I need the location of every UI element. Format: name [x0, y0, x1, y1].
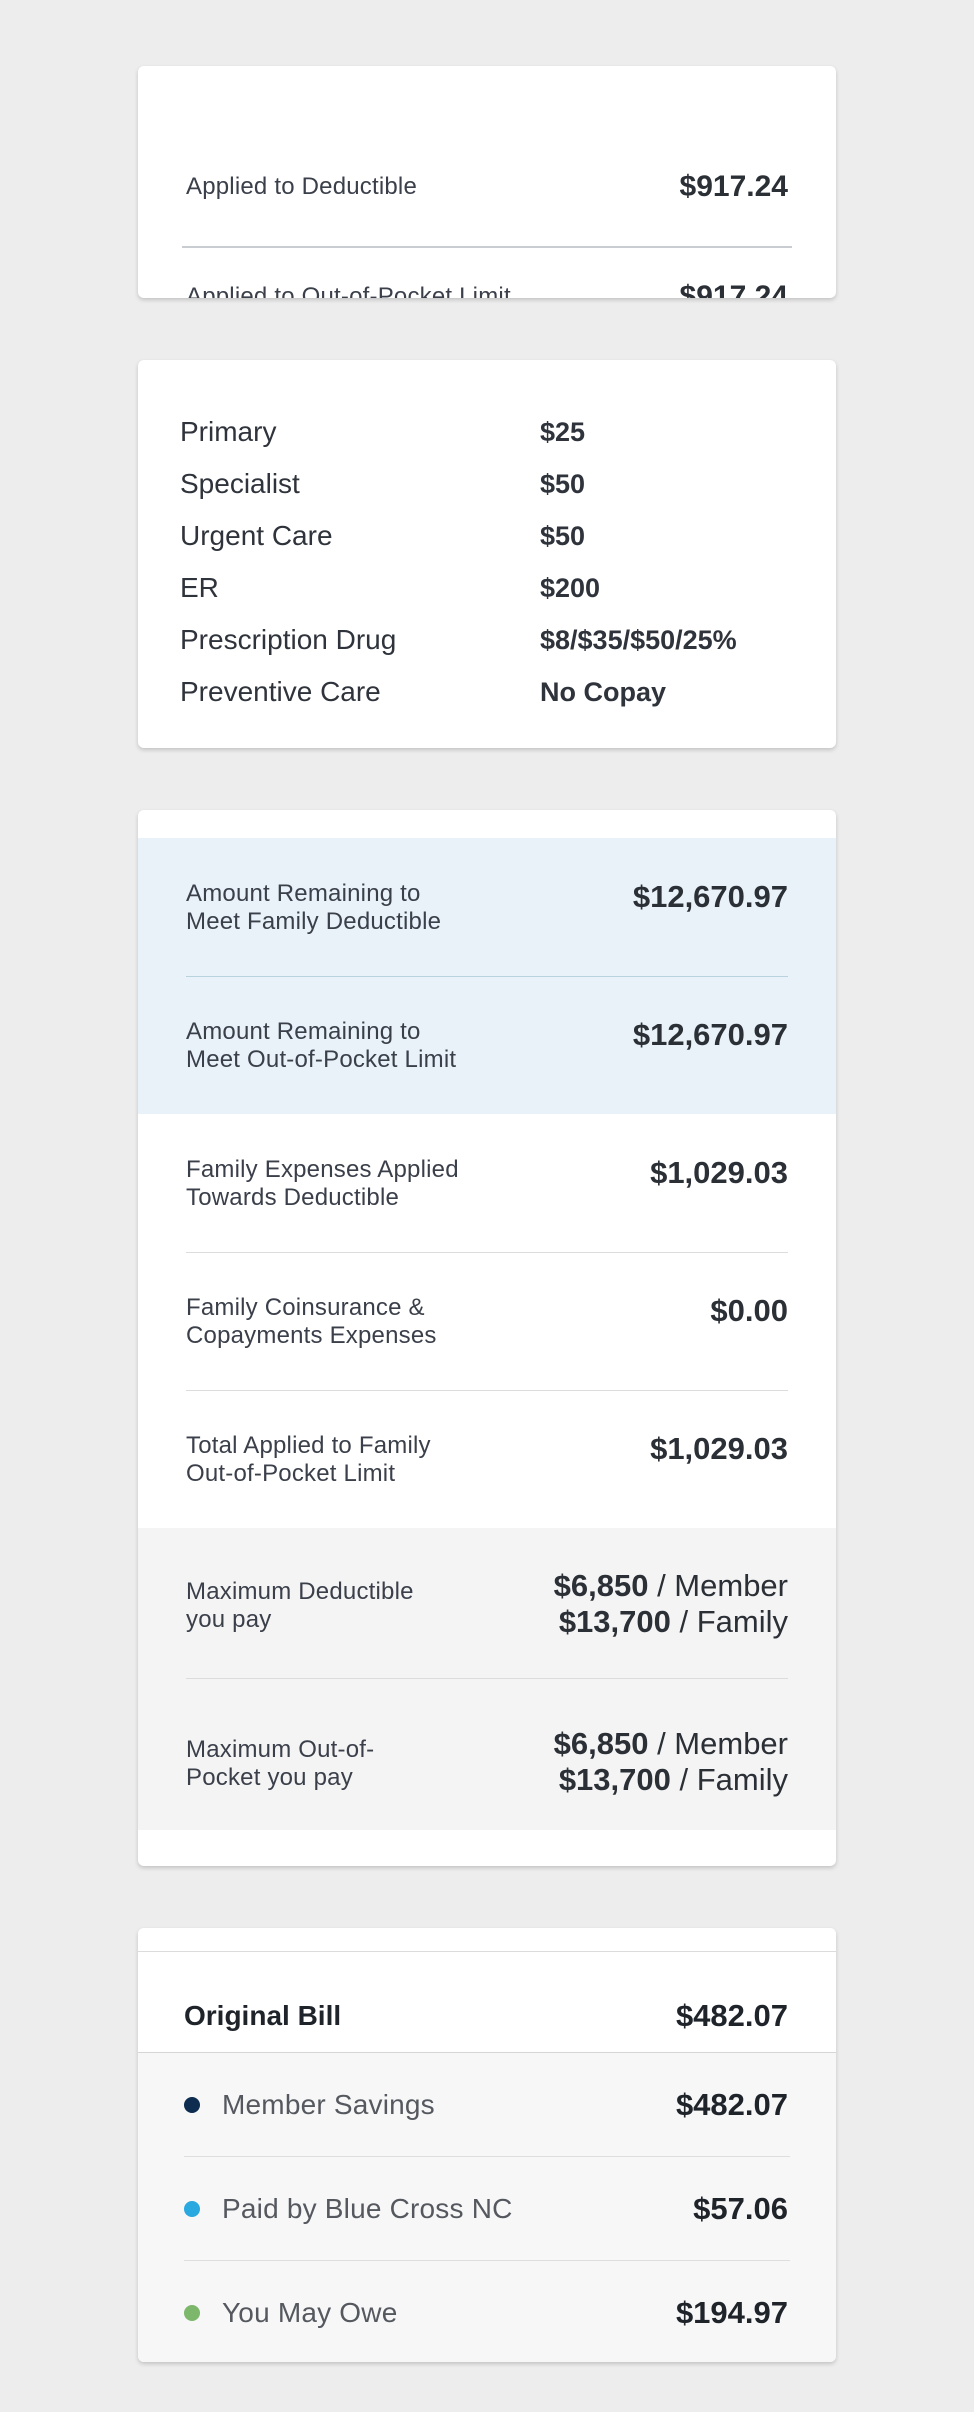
- legend-dot-icon: [184, 2305, 200, 2321]
- copay-label: Specialist: [180, 468, 300, 499]
- max-deductible-member-unit: / Member: [657, 1568, 788, 1603]
- copay-label: ER: [180, 572, 219, 603]
- divider: [186, 1252, 788, 1253]
- bill-breakdown-card: Original Bill $482.07 Member Savings $48…: [138, 1928, 836, 2362]
- oop-row: Applied to Out-of-Pocket Limit $917.24: [186, 280, 788, 298]
- max-oop-row: Maximum Out-of- Pocket you pay $6,850 / …: [186, 1726, 788, 1798]
- max-deductible-label: Maximum Deductible you pay: [186, 1578, 414, 1633]
- deductible-row: Applied to Deductible $917.24: [186, 170, 788, 204]
- remaining-oop-value: $12,670.97: [632, 1017, 788, 1052]
- max-oop-member-unit: / Member: [657, 1726, 788, 1761]
- legend-dot-icon: [184, 2201, 200, 2217]
- expenses-deductible-label: Family Expenses Applied Towards Deductib…: [186, 1156, 459, 1211]
- max-deductible-value: $6,850 / Member $13,700 / Family: [554, 1568, 788, 1640]
- copay-row-primary: Primary $25: [180, 406, 794, 458]
- remaining-deductible-label: Amount Remaining to Meet Family Deductib…: [186, 880, 442, 935]
- divider: [186, 1678, 788, 1679]
- total-oop-row: Total Applied to Family Out-of-Pocket Li…: [186, 1432, 788, 1488]
- remaining-deductible-row: Amount Remaining to Meet Family Deductib…: [186, 880, 788, 936]
- copay-label: Urgent Care: [180, 520, 333, 551]
- deductible-label: Applied to Deductible: [186, 173, 418, 200]
- copay-row-preventive-care: Preventive Care No Copay: [180, 666, 794, 718]
- coinsurance-label: Family Coinsurance & Copayments Expenses: [186, 1294, 437, 1349]
- max-oop-family-amount: $13,700: [558, 1762, 671, 1797]
- accumulator-card: Applied to Deductible $917.24 Applied to…: [138, 66, 836, 298]
- list-item-paid-by-blue-cross: Paid by Blue Cross NC $57.06: [184, 2157, 788, 2261]
- coinsurance-value: $0.00: [710, 1293, 788, 1328]
- copay-card: Primary $25 Specialist $50 Urgent Care $…: [138, 360, 836, 748]
- copay-value: $8/$35/$50/25%: [540, 624, 737, 655]
- bill-items-list: Member Savings $482.07 Paid by Blue Cros…: [138, 2052, 836, 2362]
- copay-value: $50: [540, 520, 586, 551]
- original-bill-value: $482.07: [675, 1998, 788, 2033]
- oop-value: $917.24: [679, 280, 788, 298]
- max-deductible-family-amount: $13,700: [558, 1604, 671, 1639]
- copay-row-urgent-care: Urgent Care $50: [180, 510, 794, 562]
- copay-value: $200: [540, 572, 601, 603]
- max-oop-member-amount: $6,850: [553, 1726, 649, 1761]
- max-deductible-row: Maximum Deductible you pay $6,850 / Memb…: [186, 1568, 788, 1640]
- divider: [186, 976, 788, 977]
- max-oop-value: $6,850 / Member $13,700 / Family: [554, 1726, 788, 1798]
- oop-label: Applied to Out-of-Pocket Limit: [186, 283, 511, 298]
- divider: [186, 1390, 788, 1391]
- deductible-value: $917.24: [679, 170, 788, 203]
- remaining-oop-row: Amount Remaining to Meet Out-of-Pocket L…: [186, 1018, 788, 1074]
- bill-item-label: You May Owe: [222, 2297, 398, 2328]
- copay-label: Primary: [180, 416, 277, 447]
- max-deductible-family-unit: / Family: [679, 1604, 789, 1639]
- copay-row-prescription-drug: Prescription Drug $8/$35/$50/25%: [180, 614, 794, 666]
- copay-label: Prescription Drug: [180, 624, 397, 655]
- bill-item-value: $194.97: [675, 2295, 788, 2330]
- copay-value: $25: [540, 416, 586, 447]
- bill-item-label: Paid by Blue Cross NC: [222, 2193, 513, 2224]
- expenses-deductible-value: $1,029.03: [650, 1155, 788, 1190]
- copay-label: Preventive Care: [180, 676, 381, 707]
- bill-item-value: $482.07: [675, 2087, 788, 2122]
- coinsurance-row: Family Coinsurance & Copayments Expenses…: [186, 1294, 788, 1350]
- copay-value: $50: [540, 468, 586, 499]
- bill-item-label: Member Savings: [222, 2089, 435, 2120]
- divider: [182, 246, 792, 248]
- max-oop-label: Maximum Out-of- Pocket you pay: [186, 1736, 375, 1791]
- card-header-strip: [138, 1928, 836, 1952]
- bill-item-value: $57.06: [693, 2191, 788, 2226]
- total-oop-label: Total Applied to Family Out-of-Pocket Li…: [186, 1432, 431, 1487]
- legend-dot-icon: [184, 2097, 200, 2113]
- original-bill-label: Original Bill: [184, 2000, 342, 2031]
- max-deductible-member-amount: $6,850: [553, 1568, 649, 1603]
- total-oop-value: $1,029.03: [650, 1431, 788, 1466]
- copay-value: No Copay: [540, 676, 667, 707]
- copay-row-specialist: Specialist $50: [180, 458, 794, 510]
- copay-row-er: ER $200: [180, 562, 794, 614]
- remaining-oop-label: Amount Remaining to Meet Out-of-Pocket L…: [186, 1018, 457, 1073]
- max-oop-family-unit: / Family: [679, 1762, 789, 1797]
- remaining-deductible-value: $12,670.97: [632, 879, 788, 914]
- expenses-deductible-row: Family Expenses Applied Towards Deductib…: [186, 1156, 788, 1212]
- list-item-you-may-owe: You May Owe $194.97: [184, 2261, 788, 2362]
- list-item-member-savings: Member Savings $482.07: [184, 2053, 788, 2157]
- family-accumulator-card: Amount Remaining to Meet Family Deductib…: [138, 810, 836, 1866]
